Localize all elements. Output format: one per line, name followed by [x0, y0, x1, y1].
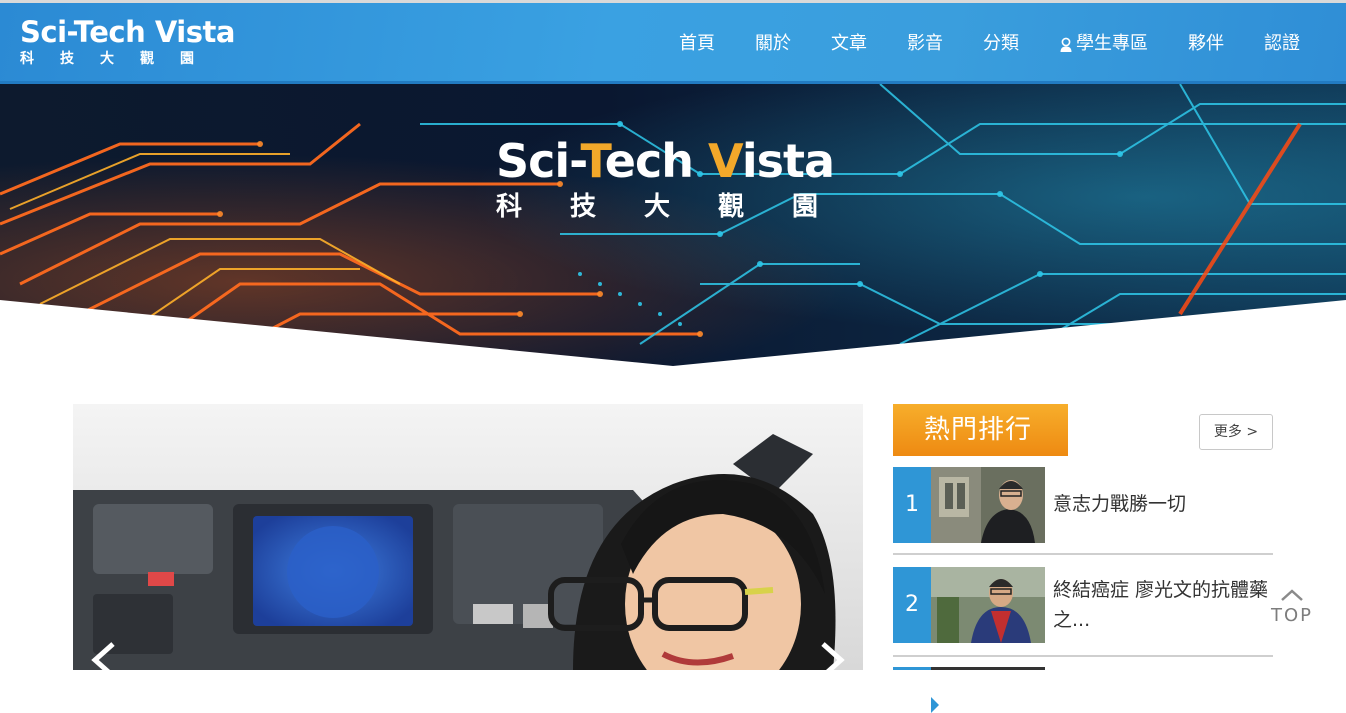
- carousel-next-icon[interactable]: [813, 640, 853, 670]
- nav-about[interactable]: 關於: [755, 32, 791, 56]
- banner-title-part-5: ista: [741, 134, 835, 188]
- ranking-thumbnail-1: [931, 467, 1045, 543]
- banner-title-part-2: T: [580, 134, 606, 188]
- nav-about-label: 關於: [755, 33, 791, 54]
- more-button[interactable]: 更多 >: [1199, 414, 1273, 450]
- nav-articles-label: 文章: [831, 33, 867, 54]
- nav-videos-label: 影音: [907, 33, 943, 54]
- nav-articles[interactable]: 文章: [831, 32, 867, 56]
- featured-photo: [73, 404, 863, 670]
- nav-certification[interactable]: 認證: [1264, 32, 1300, 56]
- logo-english: Sci-Tech Vista: [20, 15, 235, 49]
- main-nav: 首頁 關於 文章 影音 分類 學生專區 夥伴 認證: [679, 32, 1300, 56]
- student-icon: [1059, 36, 1073, 52]
- nav-partners[interactable]: 夥伴: [1188, 32, 1224, 56]
- nav-home-label: 首頁: [679, 33, 715, 54]
- site-header: Sci-Tech Vista 科技大觀園 首頁 關於 文章 影音 分類 學生專區…: [0, 3, 1346, 84]
- hot-ranking-heading: 熱門排行: [893, 404, 1068, 456]
- nav-home[interactable]: 首頁: [679, 32, 715, 56]
- nav-categories[interactable]: 分類: [983, 32, 1019, 56]
- back-to-top-label: TOP: [1270, 605, 1314, 626]
- logo-chinese: 科技大觀園: [20, 51, 220, 67]
- banner-title-part-4: V: [708, 134, 743, 188]
- ranking-divider: [893, 655, 1273, 657]
- hero-banner: Sci-Tech Vista 科技大觀園: [0, 84, 1346, 366]
- rank-number: 1: [893, 467, 939, 543]
- chevron-up-icon: [1281, 589, 1303, 601]
- site-logo[interactable]: Sci-Tech Vista 科技大觀園: [20, 15, 235, 68]
- banner-title-part-1: Sci-: [496, 134, 581, 188]
- banner-title-english: Sci-Tech Vista: [496, 134, 856, 188]
- back-to-top-button[interactable]: TOP: [1268, 586, 1316, 630]
- nav-videos[interactable]: 影音: [907, 32, 943, 56]
- ranking-thumbnail-2: [931, 567, 1045, 643]
- ranking-divider: [893, 553, 1273, 555]
- nav-students-label: 學生專區: [1076, 33, 1148, 54]
- banner-title-part-3: ech: [604, 134, 709, 188]
- rank-number: 2: [893, 567, 939, 643]
- nav-certification-label: 認證: [1264, 33, 1300, 54]
- circuit-board-image: [0, 84, 1346, 366]
- banner-logo: Sci-Tech Vista 科技大觀園: [496, 134, 856, 224]
- nav-partners-label: 夥伴: [1188, 33, 1224, 54]
- ranking-title-1: 意志力戰勝一切: [1053, 493, 1187, 515]
- ranking-title-2: 終結癌症 廖光文的抗體藥之...: [1053, 579, 1269, 631]
- nav-categories-label: 分類: [983, 33, 1019, 54]
- ranking-item-1[interactable]: 1 意志力戰勝一切: [893, 467, 1273, 543]
- nav-students[interactable]: 學生專區: [1059, 32, 1148, 56]
- featured-carousel[interactable]: [73, 404, 863, 670]
- ranking-item-2[interactable]: 2 終結癌症 廖光文的抗體藥之...: [893, 567, 1273, 643]
- banner-title-chinese: 科技大觀園: [496, 192, 867, 222]
- carousel-prev-icon[interactable]: [83, 640, 123, 670]
